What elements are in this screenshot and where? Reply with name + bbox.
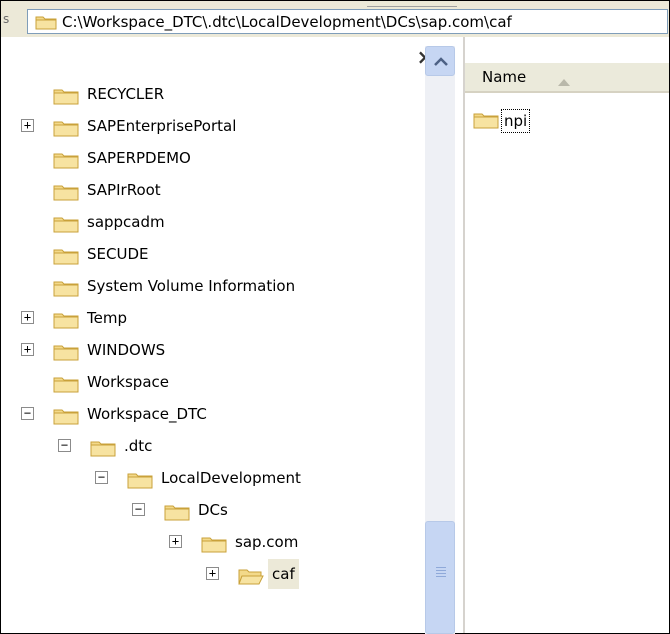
grip-icon	[436, 567, 446, 579]
collapse-icon[interactable]: −	[58, 439, 71, 452]
expand-icon[interactable]: +	[206, 567, 219, 580]
tree-item-label: RECYCLER	[87, 85, 165, 103]
tree-item-label: WINDOWS	[87, 341, 166, 359]
tree-item-label: Workspace_DTC	[87, 405, 207, 423]
tree-item[interactable]: − LocalDevelopment	[1, 463, 421, 493]
tree-item-label: SAPEnterprisePortal	[87, 117, 237, 135]
expand-icon[interactable]: +	[21, 119, 34, 132]
tree-item-label: SAPERPDEMO	[87, 149, 191, 167]
address-label-icon: s	[3, 12, 10, 26]
tree-item[interactable]: − .dtc	[1, 431, 421, 461]
tree-item-label: .dtc	[124, 437, 153, 455]
folder-icon	[35, 14, 57, 34]
tree-item[interactable]: RECYCLER	[1, 79, 421, 109]
folder-tree-pane[interactable]: × RECYCLER + SAPEnterprisePortal SAPERPDEMO…	[1, 37, 465, 633]
file-list-pane[interactable]: Name npi	[465, 37, 669, 633]
folder-icon	[473, 111, 499, 133]
toolbar-area: s C:\Workspace_DTC\.dtc\LocalDevelopment…	[1, 1, 669, 37]
tree-item[interactable]: − DCs	[1, 495, 421, 525]
sort-ascending-icon	[558, 73, 570, 91]
tree-item-label: sappcadm	[87, 213, 165, 231]
tree-item[interactable]: + caf	[1, 559, 421, 589]
column-header-label: Name	[482, 68, 527, 86]
tree-pane-header: ×	[1, 37, 463, 79]
toolbar-divider	[367, 1, 457, 7]
expand-icon[interactable]: +	[169, 535, 182, 548]
collapse-icon[interactable]: −	[21, 407, 34, 420]
expand-icon[interactable]: +	[21, 311, 34, 324]
scroll-up-button[interactable]	[425, 46, 455, 76]
list-item-label: npi	[501, 109, 531, 133]
chevron-up-icon	[434, 57, 448, 66]
tree-item-label: Workspace	[87, 373, 169, 391]
collapse-icon[interactable]: −	[95, 471, 108, 484]
tree-item[interactable]: + sap.com	[1, 527, 421, 557]
tree-item[interactable]: sappcadm	[1, 207, 421, 237]
tree-item[interactable]: + WINDOWS	[1, 335, 421, 365]
scroll-thumb[interactable]	[425, 521, 455, 634]
tree-item[interactable]: System Volume Information	[1, 271, 421, 301]
tree-item[interactable]: SAPERPDEMO	[1, 143, 421, 173]
address-bar[interactable]: C:\Workspace_DTC\.dtc\LocalDevelopment\D…	[27, 9, 668, 34]
tree-item-label: Temp	[87, 309, 127, 327]
expand-icon[interactable]: +	[21, 343, 34, 356]
tree-item[interactable]: Workspace	[1, 367, 421, 397]
tree-item-label: LocalDevelopment	[161, 469, 301, 487]
tree-item-label: sap.com	[235, 533, 299, 551]
tree-item[interactable]: − Workspace_DTC	[1, 399, 421, 429]
tree-item[interactable]: + Temp	[1, 303, 421, 333]
tree-item[interactable]: SAPIrRoot	[1, 175, 421, 205]
tree-item[interactable]: SECUDE	[1, 239, 421, 269]
tree-scrollbar[interactable]	[425, 46, 455, 634]
tree-item-label: SECUDE	[87, 245, 149, 263]
tree-item-label: System Volume Information	[87, 277, 296, 295]
tree-item-label: SAPIrRoot	[87, 181, 161, 199]
collapse-icon[interactable]: −	[132, 503, 145, 516]
tree-item[interactable]: + SAPEnterprisePortal	[1, 111, 421, 141]
address-path[interactable]: C:\Workspace_DTC\.dtc\LocalDevelopment\D…	[62, 11, 512, 33]
tree-item-label: caf	[268, 559, 299, 589]
folder-open-icon	[238, 565, 264, 595]
column-header-name[interactable]: Name	[465, 63, 669, 93]
tree-item-label: DCs	[198, 501, 228, 519]
